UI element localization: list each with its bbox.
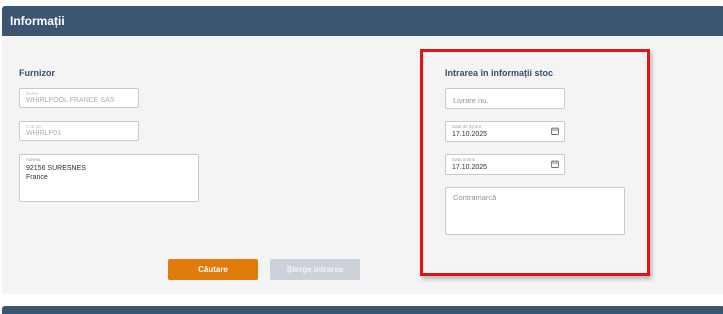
supplier-address-field[interactable]: Adresa 92156 SURESNES France: [19, 154, 199, 202]
supplier-title: Furnizor: [19, 68, 55, 78]
next-section-header[interactable]: [2, 306, 723, 314]
highlight-box: [420, 49, 650, 276]
supplier-address-value: 92156 SURESNES France: [26, 164, 86, 182]
section-title: Informații: [10, 14, 65, 28]
supplier-code-field: Cod ofe WHIRLP01: [19, 121, 139, 141]
address-line-1: 92156 SURESNES: [26, 165, 86, 172]
search-button-label: Căutare: [198, 265, 228, 274]
supplier-name-value: WHIRLPOOL FRANCE SAS: [26, 97, 115, 104]
search-button[interactable]: Căutare: [168, 259, 258, 280]
supplier-name-field: Nume WHIRLPOOL FRANCE SAS: [19, 88, 139, 108]
supplier-code-label: Cod ofe: [26, 124, 42, 129]
supplier-code-value: WHIRLP01: [26, 130, 62, 137]
supplier-address-label: Adresa: [26, 157, 41, 162]
delete-entry-button[interactable]: Șterge intrarea: [270, 259, 360, 280]
address-line-2: France: [26, 174, 48, 181]
info-section-header[interactable]: Informații: [2, 6, 723, 36]
supplier-name-label: Nume: [26, 91, 39, 96]
delete-entry-button-label: Șterge intrarea: [286, 265, 344, 274]
